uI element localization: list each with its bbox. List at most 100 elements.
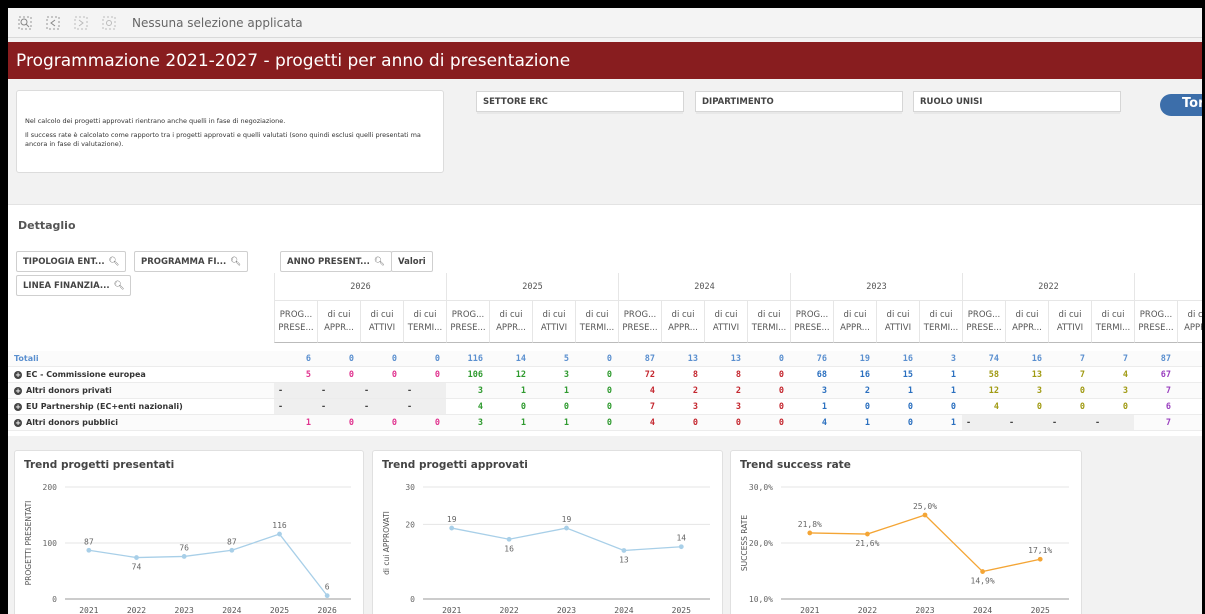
- measure-header-line: di cui: [1101, 310, 1125, 320]
- table-row-label[interactable]: + EC - Commissione europea: [8, 367, 274, 383]
- measure-header[interactable]: di cui APPR...: [1005, 301, 1048, 343]
- measure-header-line: TERMI...: [1095, 322, 1131, 333]
- measure-header[interactable]: di cui APPR...: [317, 301, 360, 343]
- measure-header[interactable]: di cui ATTIVI: [1048, 301, 1091, 343]
- page-title: Programmazione 2021-2027 - progetti per …: [8, 42, 1202, 79]
- year-header[interactable]: 2: [1134, 273, 1202, 301]
- measure-header-line: PROG...: [1139, 310, 1173, 320]
- table-cell: 4: [790, 415, 833, 431]
- measure-header-line: APPR...: [496, 322, 526, 333]
- measure-header[interactable]: di cui TERMI...: [747, 301, 790, 343]
- measure-header-line: TERMI...: [751, 322, 787, 333]
- measure-header[interactable]: di cui ATTIVI: [704, 301, 747, 343]
- dim-tipologia-ente[interactable]: TIPOLOGIA ENT... 🔍︎: [16, 251, 127, 272]
- table-cell: 3: [446, 415, 489, 431]
- table-cell: 0: [1048, 383, 1091, 399]
- expand-plus-icon[interactable]: +: [14, 403, 22, 411]
- measure-header-line: PRESE...: [966, 322, 1002, 333]
- dim-programma[interactable]: PROGRAMMA FI... 🔍︎: [134, 251, 249, 272]
- filter-settore-erc[interactable]: SETTORE ERC: [476, 91, 684, 114]
- measure-header[interactable]: PROG... PRESE...: [446, 301, 489, 343]
- table-cell: 1: [532, 383, 575, 399]
- table-cell: 0: [575, 415, 618, 431]
- dim-anno-presentazione[interactable]: ANNO PRESENT... 🔍︎: [280, 251, 392, 272]
- data-point: [86, 547, 92, 553]
- table-cell: 1: [790, 399, 833, 415]
- expand-plus-icon[interactable]: +: [14, 387, 22, 395]
- table-cell: 4: [618, 415, 661, 431]
- measure-header-line: PRESE...: [622, 322, 658, 333]
- table-cell: 1: [274, 415, 317, 431]
- table-cell: 0: [833, 399, 876, 415]
- table-cell: 1: [532, 415, 575, 431]
- table-cell: 2: [661, 383, 704, 399]
- measure-header[interactable]: di cui TERMI...: [403, 301, 446, 343]
- table-row-label[interactable]: + Altri donors privati: [8, 383, 274, 399]
- table-row-label[interactable]: + Altri donors pubblici: [8, 415, 274, 431]
- measure-header[interactable]: di cui APPR...: [833, 301, 876, 343]
- y-tick-label: 20,0%: [749, 539, 773, 548]
- measure-header[interactable]: PROG... PRESE...: [1134, 301, 1177, 343]
- data-label: 74: [132, 563, 142, 572]
- measure-header[interactable]: PROG... PRESE...: [618, 301, 661, 343]
- measure-header[interactable]: di cui ATTIVI: [360, 301, 403, 343]
- dim-label: PROGRAMMA FI...: [141, 257, 227, 267]
- x-tick-label: 2025: [1031, 606, 1050, 614]
- table-cell: 1: [1177, 367, 1202, 383]
- data-label: 76: [179, 543, 189, 552]
- measure-header-line: di cui: [1015, 310, 1039, 320]
- table-cell: 3: [790, 383, 833, 399]
- measure-header-line: di cui: [327, 310, 351, 320]
- clear-selections-icon[interactable]: [98, 14, 120, 32]
- measure-header[interactable]: di cui TERMI...: [575, 301, 618, 343]
- step-forward-icon[interactable]: [70, 14, 92, 32]
- table-cell: 0: [403, 367, 446, 383]
- measure-header-line: di cui: [929, 310, 953, 320]
- data-point: [1037, 556, 1043, 562]
- measure-header[interactable]: di cui ATTIVI: [876, 301, 919, 343]
- table-cell: 3: [1005, 383, 1048, 399]
- measure-header[interactable]: di cui APPR...: [661, 301, 704, 343]
- table-cell: 87: [618, 351, 661, 367]
- expand-plus-icon[interactable]: +: [14, 419, 22, 427]
- y-tick-label: 100: [43, 539, 58, 548]
- measure-header-line: PRESE...: [278, 322, 314, 333]
- measure-header-line: di cui: [585, 310, 609, 320]
- info-box: Nel calcolo dei progetti approvati rient…: [16, 90, 444, 173]
- year-header[interactable]: 2024: [618, 273, 790, 301]
- chart-title: Trend progetti approvati: [382, 459, 528, 471]
- data-label: 13: [619, 555, 629, 564]
- data-point: [564, 525, 569, 531]
- measure-header[interactable]: PROG... PRESE...: [962, 301, 1005, 343]
- measure-header[interactable]: di cui APPR...: [1177, 301, 1202, 343]
- data-point: [980, 569, 985, 574]
- table-cell: 0: [317, 351, 360, 367]
- table-cell: 3: [919, 351, 962, 367]
- tor-button[interactable]: Tor: [1160, 94, 1202, 116]
- table-cell: 7: [1134, 415, 1177, 431]
- filter-ruolo-unisi[interactable]: RUOLO UNISI: [913, 91, 1121, 114]
- table-cell: 0: [360, 415, 403, 431]
- year-header[interactable]: 2026: [274, 273, 446, 301]
- measure-header-line: ATTIVI: [1056, 322, 1084, 333]
- year-header[interactable]: 2022: [962, 273, 1134, 301]
- smart-search-icon[interactable]: [14, 14, 36, 32]
- pivot-table: 202620252024202320222PROG...PRESE...di c…: [8, 273, 1202, 437]
- step-back-icon[interactable]: [42, 14, 64, 32]
- measure-header[interactable]: di cui TERMI...: [919, 301, 962, 343]
- table-cell: 3: [446, 383, 489, 399]
- table-row-label[interactable]: + EU Partnership (EC+enti nazionali): [8, 399, 274, 415]
- year-header[interactable]: 2023: [790, 273, 962, 301]
- measure-header[interactable]: di cui TERMI...: [1091, 301, 1134, 343]
- table-cell: 0: [575, 351, 618, 367]
- measure-header[interactable]: di cui ATTIVI: [532, 301, 575, 343]
- year-header[interactable]: 2025: [446, 273, 618, 301]
- filter-dipartimento[interactable]: DIPARTIMENTO: [695, 91, 903, 114]
- measure-header[interactable]: PROG... PRESE...: [274, 301, 317, 343]
- chart-title: Trend success rate: [740, 459, 851, 471]
- values-button[interactable]: Valori: [391, 251, 433, 272]
- expand-plus-icon[interactable]: +: [14, 371, 22, 379]
- measure-header[interactable]: di cui APPR...: [489, 301, 532, 343]
- measure-header-line: APPR...: [840, 322, 870, 333]
- measure-header[interactable]: PROG... PRESE...: [790, 301, 833, 343]
